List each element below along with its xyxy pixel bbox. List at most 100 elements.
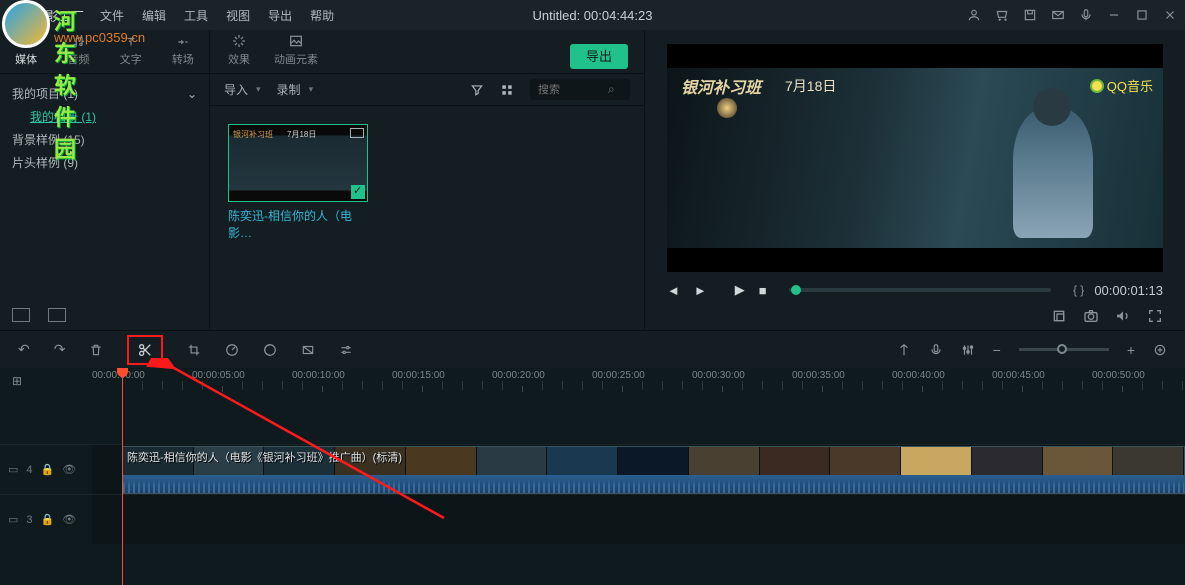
chevron-down-icon: ▾ <box>309 84 314 95</box>
tree-my-album[interactable]: 我的相册 (1) <box>12 105 197 128</box>
timeline-toolbar: ↶ ↷ − + <box>0 330 1185 368</box>
menu-file[interactable]: 文件 <box>100 7 124 24</box>
menu-export[interactable]: 导出 <box>268 7 292 24</box>
import-folder-icon[interactable] <box>48 308 66 322</box>
zoom-out-icon[interactable]: − <box>993 342 1001 358</box>
time-ruler[interactable]: 00:00:00:0000:00:05:0000:00:10:0000:00:1… <box>92 368 1185 394</box>
delete-icon[interactable] <box>89 343 103 357</box>
search-icon: ⌕ <box>608 82 615 97</box>
redo-icon[interactable]: ↷ <box>54 341 66 358</box>
chevron-down-icon: ▾ <box>256 84 261 95</box>
menu-view[interactable]: 视图 <box>226 7 250 24</box>
zoom-fit-icon[interactable] <box>1153 343 1167 357</box>
tab-text[interactable]: 文字 <box>105 31 157 73</box>
overlay-date: 7月18日 <box>785 76 836 96</box>
undo-icon[interactable]: ↶ <box>18 341 30 358</box>
menu-help[interactable]: 帮助 <box>310 7 334 24</box>
zoom-slider[interactable] <box>1019 348 1109 351</box>
progress-bar[interactable] <box>789 288 1051 292</box>
overlay-title: 银河补习班 <box>681 74 761 98</box>
search-input[interactable]: ⌕ <box>530 79 630 100</box>
video-track-3: ▭ 3 🔒 👁 <box>0 494 1185 544</box>
save-icon[interactable] <box>1023 8 1037 22</box>
new-folder-icon[interactable] <box>12 308 30 322</box>
playhead[interactable] <box>122 368 123 585</box>
ruler-tick: 00:00:40:00 <box>892 370 945 381</box>
lock-icon[interactable]: 🔒 <box>41 463 55 476</box>
clip-thumbnail[interactable]: 银河补习班 7月18日 <box>228 124 368 202</box>
tab-transition[interactable]: 转场 <box>157 31 209 73</box>
video-track-icon: ▭ <box>8 513 18 526</box>
import-dropdown[interactable]: 导入 <box>224 81 248 98</box>
cart-icon[interactable] <box>995 8 1009 22</box>
record-dropdown[interactable]: 录制 <box>277 81 301 98</box>
audio-waveform <box>123 475 1184 493</box>
play-icon[interactable]: ▶ <box>735 282 745 298</box>
search-field[interactable] <box>538 84 608 96</box>
video-track-icon: ▭ <box>8 463 18 476</box>
close-icon[interactable] <box>1163 8 1177 22</box>
document-title: Untitled: 00:04:44:23 <box>533 8 653 23</box>
color-icon[interactable] <box>263 343 277 357</box>
text-icon <box>124 35 138 49</box>
tab-audio[interactable]: 音频 <box>52 31 104 73</box>
maximize-icon[interactable] <box>1135 8 1149 22</box>
split-button-highlight <box>127 335 163 365</box>
title-bar: 喵影工厂 文件 编辑 工具 视图 导出 帮助 Untitled: 00:04:4… <box>0 0 1185 30</box>
video-track-4: ▭ 4 🔒 👁 陈奕迅-相信你的人（电影《银河补习班》推广曲）(标清) <box>0 444 1185 494</box>
menu-edit[interactable]: 编辑 <box>142 7 166 24</box>
ruler-tick: 00:00:10:00 <box>292 370 345 381</box>
lock-icon[interactable]: 🔒 <box>41 513 55 526</box>
filter-icon[interactable] <box>470 83 484 97</box>
film-icon <box>350 128 364 138</box>
transition-icon <box>176 35 190 49</box>
ruler-tick: 00:00:30:00 <box>692 370 745 381</box>
stop-icon[interactable]: ■ <box>759 283 767 298</box>
visibility-icon[interactable]: 👁 <box>62 513 76 526</box>
split-icon[interactable] <box>137 342 153 358</box>
image-icon <box>288 33 304 49</box>
crop-icon[interactable] <box>187 343 201 357</box>
add-track-icon[interactable]: ⊞ <box>12 374 22 388</box>
check-icon <box>351 185 365 199</box>
tab-elements[interactable]: 动画元素 <box>262 29 330 73</box>
sparkle-icon <box>231 33 247 49</box>
timecode-display: 00:00:01:13 <box>1094 283 1163 298</box>
tree-background-samples[interactable]: 背景样例 (15) <box>12 128 197 151</box>
greenscreen-icon[interactable] <box>301 343 315 357</box>
visibility-icon[interactable]: 👁 <box>62 463 76 476</box>
minimize-icon[interactable] <box>1107 8 1121 22</box>
export-button[interactable]: 导出 <box>570 44 628 69</box>
ruler-tick: 00:00:05:00 <box>192 370 245 381</box>
timeline: ⊞ 00:00:00:0000:00:05:0000:00:10:0000:00… <box>0 368 1185 585</box>
tree-intro-samples[interactable]: 片头样例 (9) <box>12 151 197 174</box>
marker-icon[interactable] <box>897 343 911 357</box>
zoom-in-icon[interactable]: + <box>1127 342 1135 358</box>
user-icon[interactable] <box>967 8 981 22</box>
app-title: 喵影工厂 <box>32 6 84 25</box>
menu-tools[interactable]: 工具 <box>184 7 208 24</box>
speed-icon[interactable] <box>225 343 239 357</box>
timeline-clip[interactable]: 陈奕迅-相信你的人（电影《银河补习班》推广曲）(标清) <box>122 446 1185 494</box>
tree-my-project[interactable]: 我的项目 (1) ⌄ <box>12 82 197 105</box>
ruler-tick: 00:00:25:00 <box>592 370 645 381</box>
prev-frame-icon[interactable]: ◄ <box>667 283 680 298</box>
volume-icon[interactable] <box>1115 308 1131 324</box>
clip-name: 陈奕迅-相信你的人（电影… <box>228 202 368 241</box>
mixer-icon[interactable] <box>961 343 975 357</box>
grid-view-icon[interactable] <box>500 83 514 97</box>
markers-icon[interactable]: { } <box>1073 283 1084 297</box>
fullscreen-icon[interactable] <box>1147 308 1163 324</box>
crop-preview-icon[interactable] <box>1051 308 1067 324</box>
voiceover-icon[interactable] <box>929 343 943 357</box>
media-clip[interactable]: 银河补习班 7月18日 陈奕迅-相信你的人（电影… <box>228 124 368 241</box>
ruler-tick: 00:00:35:00 <box>792 370 845 381</box>
mic-icon[interactable] <box>1079 8 1093 22</box>
snapshot-icon[interactable] <box>1083 308 1099 324</box>
mail-icon[interactable] <box>1051 8 1065 22</box>
adjust-icon[interactable] <box>339 343 353 357</box>
tab-media[interactable]: 媒体 <box>0 31 52 73</box>
tab-effects[interactable]: 效果 <box>216 29 262 73</box>
ruler-tick: 00:00:15:00 <box>392 370 445 381</box>
next-frame-icon[interactable]: ► <box>694 283 707 298</box>
